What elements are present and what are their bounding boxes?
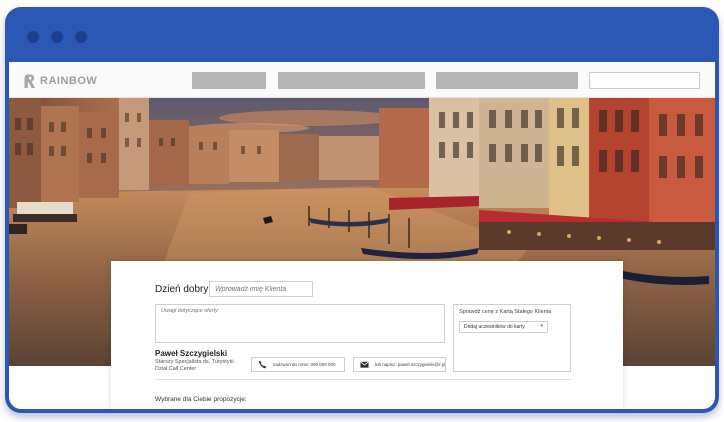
agent-name: Paweł Szczygielski bbox=[155, 349, 228, 358]
greeting-label: Dzień dobry bbox=[155, 284, 209, 295]
page-viewport: RAINBOW Dzień dobry Wprowadź imię Klient… bbox=[9, 62, 715, 409]
top-navbar: RAINBOW bbox=[9, 62, 715, 98]
search-input[interactable] bbox=[589, 72, 700, 89]
brand-logo[interactable]: RAINBOW bbox=[23, 73, 97, 89]
proposals-heading: Wybrane dla Ciebie propozycje: bbox=[155, 396, 247, 403]
nav-menu-item-placeholder[interactable] bbox=[278, 72, 425, 89]
call-me-button[interactable]: zadzwoń do mnie: 000 000 000 bbox=[251, 357, 345, 372]
section-divider bbox=[155, 379, 571, 380]
add-participants-select[interactable]: Dodaj uczestników do karty ▾ bbox=[459, 321, 548, 333]
agent-department: Dział Call Center bbox=[155, 366, 197, 372]
client-name-input[interactable] bbox=[209, 281, 313, 297]
phone-icon bbox=[258, 360, 267, 369]
offer-form-card: Dzień dobry Paweł Szczygielski Starszy S… bbox=[111, 261, 623, 409]
envelope-icon bbox=[360, 361, 369, 368]
chevron-down-icon: ▾ bbox=[540, 323, 543, 329]
rainbow-logo-icon bbox=[24, 74, 35, 88]
email-me-label: lub napisz: pawel.szczygielski@r.pl bbox=[375, 362, 446, 367]
email-me-button[interactable]: lub napisz: pawel.szczygielski@r.pl bbox=[353, 357, 446, 372]
browser-window: RAINBOW Dzień dobry Wprowadź imię Klient… bbox=[5, 7, 719, 413]
window-control-dot[interactable] bbox=[75, 31, 87, 43]
window-control-dot[interactable] bbox=[51, 31, 63, 43]
window-control-dot[interactable] bbox=[27, 31, 39, 43]
offer-notes-textarea[interactable] bbox=[155, 304, 445, 343]
brand-name: RAINBOW bbox=[40, 75, 98, 87]
loyalty-card-price-check: Sprawdź cenę z Kartą Stałego Klienta Dod… bbox=[453, 304, 571, 372]
price-check-title: Sprawdź cenę z Kartą Stałego Klienta bbox=[459, 309, 552, 315]
call-me-label: zadzwoń do mnie: 000 000 000 bbox=[273, 362, 336, 367]
window-titlebar bbox=[5, 7, 719, 62]
nav-menu-item-placeholder[interactable] bbox=[436, 72, 578, 89]
nav-menu-item-placeholder[interactable] bbox=[192, 72, 266, 89]
add-participants-select-value: Dodaj uczestników do karty bbox=[464, 324, 525, 330]
agent-role: Starszy Specjalista ds. Turystyki bbox=[155, 359, 234, 365]
